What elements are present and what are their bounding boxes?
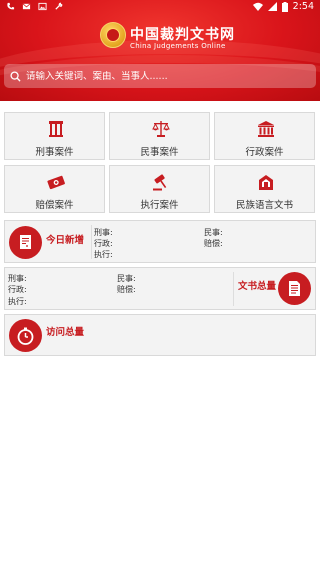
tile-label: 刑事案件 <box>35 147 74 158</box>
tile-enforcement-cases[interactable]: 执行案件 <box>109 165 210 213</box>
today-civil: 民事: <box>204 228 223 237</box>
total-enforcement: 执行: <box>8 297 27 306</box>
app-header: 2:54 中国裁判文书网 China Judgements Online <box>0 0 320 101</box>
document-icon <box>278 272 311 305</box>
search-bar[interactable] <box>4 64 316 88</box>
today-new-panel[interactable]: 今日新增 刑事: 民事: 行政: 赔偿: 执行: <box>4 220 316 263</box>
today-administrative: 行政: <box>94 239 113 248</box>
prison-bars-icon <box>49 121 63 137</box>
ethnic-document-icon <box>259 175 273 190</box>
today-criminal: 刑事: <box>94 228 113 237</box>
status-bar: 2:54 <box>0 0 320 14</box>
courthouse-icon <box>258 121 274 137</box>
phone-icon <box>7 2 15 10</box>
total-civil: 民事: <box>117 274 136 283</box>
tile-label: 民事案件 <box>140 147 179 158</box>
status-time: 2:54 <box>292 1 314 12</box>
documents-total-panel[interactable]: 刑事: 民事: 行政: 赔偿: 执行: 文书总量 <box>4 267 316 310</box>
tile-label: 赔偿案件 <box>35 200 74 211</box>
total-administrative: 行政: <box>8 285 27 294</box>
wrench-icon <box>55 2 63 10</box>
court-emblem-icon <box>100 22 126 48</box>
money-icon <box>47 175 65 190</box>
tile-ethnic-language-documents[interactable]: 民族语言文书 <box>214 165 315 213</box>
tile-criminal-cases[interactable]: 刑事案件 <box>4 112 105 160</box>
tile-label: 民族语言文书 <box>235 200 293 211</box>
panel-divider <box>91 225 92 259</box>
app-title: 中国裁判文书网 <box>130 27 235 43</box>
tile-civil-cases[interactable]: 民事案件 <box>109 112 210 160</box>
visits-total-title: 访问总量 <box>46 327 85 338</box>
tile-label: 行政案件 <box>245 147 284 158</box>
tile-label: 执行案件 <box>140 200 179 211</box>
visits-total-panel[interactable]: 访问总量 <box>4 314 316 356</box>
search-input[interactable] <box>26 70 306 82</box>
total-criminal: 刑事: <box>8 274 27 283</box>
tile-compensation-cases[interactable]: 赔偿案件 <box>4 165 105 213</box>
scales-icon <box>152 121 170 137</box>
tile-administrative-cases[interactable]: 行政案件 <box>214 112 315 160</box>
wifi-icon <box>252 2 263 11</box>
panel-divider <box>233 272 234 306</box>
signal-icon <box>267 2 277 11</box>
documents-total-title: 文书总量 <box>238 281 277 292</box>
image-icon <box>38 2 47 11</box>
today-new-title: 今日新增 <box>46 235 85 246</box>
battery-icon <box>281 1 288 12</box>
search-icon <box>10 70 21 82</box>
email-icon <box>22 3 31 10</box>
stopwatch-icon <box>9 319 42 352</box>
today-compensation: 赔偿: <box>204 239 223 248</box>
total-compensation: 赔偿: <box>117 285 136 294</box>
today-enforcement: 执行: <box>94 250 113 259</box>
gavel-icon <box>153 174 167 191</box>
document-add-icon <box>9 226 42 259</box>
app-subtitle: China Judgements Online <box>130 42 226 50</box>
